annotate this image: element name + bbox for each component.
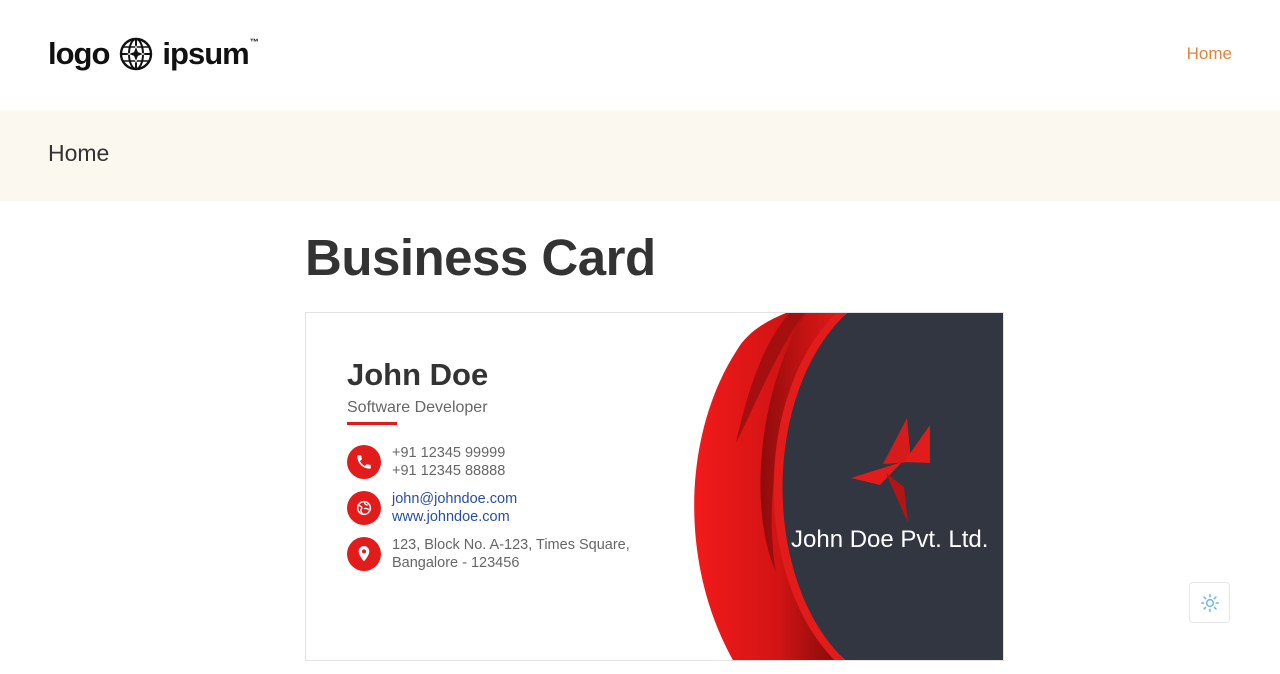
location-pin-icon	[347, 537, 381, 571]
breadcrumb-title: Home	[48, 140, 110, 166]
card-address-row: 123, Block No. A-123, Times Square, Bang…	[347, 537, 687, 577]
logo-text-left: logo	[48, 36, 110, 71]
card-person-role: Software Developer	[347, 399, 488, 416]
card-person-name: John Doe	[347, 357, 489, 392]
card-accent-rule	[347, 422, 397, 425]
theme-toggle-button[interactable]	[1189, 582, 1230, 623]
site-header: logo ipsum ™ Home	[0, 0, 1280, 110]
sun-icon	[1200, 593, 1219, 612]
card-website-link[interactable]: www.johndoe.com	[392, 508, 517, 526]
site-logo[interactable]: logo ipsum ™	[48, 36, 259, 72]
phone-icon	[347, 445, 381, 479]
logo-text-right: ipsum	[162, 36, 249, 71]
page-banner: Home	[0, 110, 1280, 201]
card-phone-row: +91 12345 99999 +91 12345 88888	[347, 445, 687, 485]
card-web-row: john@johndoe.com www.johndoe.com	[347, 491, 687, 531]
logo-trademark: ™	[249, 37, 259, 47]
globe-logo-icon	[120, 37, 153, 71]
card-phone-1: +91 12345 99999	[392, 445, 506, 461]
globe-icon	[347, 491, 381, 525]
card-address-line-1: 123, Block No. A-123, Times Square,	[392, 537, 630, 553]
card-address-line-2: Bangalore - 123456	[392, 555, 520, 571]
nav-home-link[interactable]: Home	[1187, 44, 1232, 64]
card-phone-2: +91 12345 88888	[392, 463, 506, 479]
card-email-link[interactable]: john@johndoe.com	[392, 490, 517, 508]
card-company-name: John Doe Pvt. Ltd.	[791, 526, 989, 553]
business-card: John Doe Software Developer +91 12345 99…	[305, 312, 1004, 661]
page-title: Business Card	[305, 229, 656, 286]
